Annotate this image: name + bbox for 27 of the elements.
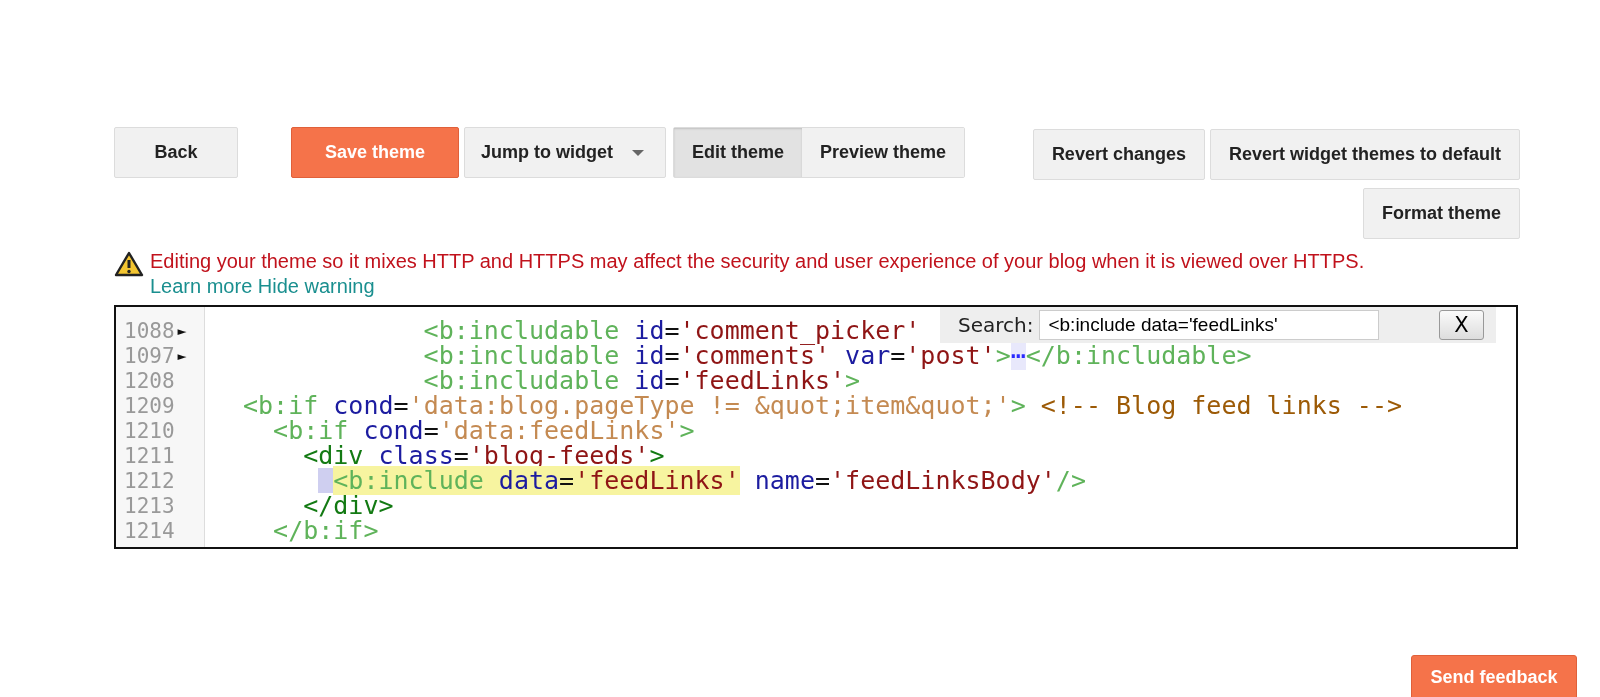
search-label: Search: <box>958 313 1034 337</box>
back-button[interactable]: Back <box>114 127 238 178</box>
close-search-button[interactable]: X <box>1439 310 1484 340</box>
warning-link[interactable]: Learn more <box>150 275 253 297</box>
line-number: 1212 <box>124 468 175 493</box>
warning-icon <box>114 251 144 277</box>
line-number: 1208 <box>124 368 175 393</box>
warning-link[interactable]: Hide warning <box>257 275 375 297</box>
line-number: 1214 <box>124 518 175 543</box>
line-number: 1211 <box>124 443 175 468</box>
code-line: <b:includable id='comment_picker' <box>422 316 921 345</box>
format-theme-button[interactable]: Format theme <box>1362 188 1520 239</box>
fold-marker[interactable]: ► <box>177 321 187 340</box>
toolbar-button[interactable]: Revert changes <box>1032 129 1205 180</box>
view-tab[interactable]: Preview theme <box>802 128 965 177</box>
caret-icon <box>631 148 645 157</box>
jump-to-widget-dropdown[interactable]: Jump to widget <box>464 127 666 178</box>
line-number: 1209 <box>124 393 175 418</box>
search-field[interactable]: <b:include data='feedLinks' <box>1039 310 1380 340</box>
line-number: 1213 <box>124 493 175 518</box>
view-tab[interactable]: Edit theme <box>674 128 802 177</box>
line-number: 1088 <box>124 318 175 343</box>
toolbar-button[interactable]: Revert widget themes to default <box>1209 129 1520 180</box>
warning-message: Editing your theme so it mixes HTTP and HTTPS may affect the security and user experience of your blog when it is viewed over HTTPS. Learn more Hide warning <box>150 249 1366 299</box>
fold-marker[interactable]: ► <box>177 346 187 365</box>
line-number: 1097 <box>124 343 175 368</box>
line-number: 1210 <box>124 418 175 443</box>
